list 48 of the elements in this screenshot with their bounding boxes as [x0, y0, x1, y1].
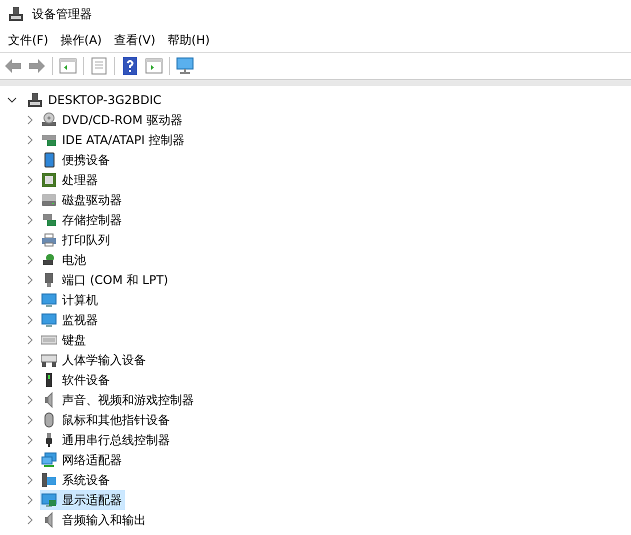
- menu-item[interactable]: 帮助(H): [161, 32, 216, 48]
- tree-item[interactable]: 鼠标和其他指针设备: [40, 410, 173, 430]
- tree-item[interactable]: 显示适配器: [40, 490, 125, 510]
- tree-item[interactable]: 网络适配器: [40, 450, 125, 470]
- network-device-icon: [41, 452, 57, 468]
- disk-device-icon: [41, 192, 57, 208]
- tree-item[interactable]: 处理器: [40, 170, 101, 190]
- tree-item[interactable]: 声音、视频和游戏控制器: [40, 390, 197, 410]
- tree-root-label[interactable]: DESKTOP-3G2BDIC: [48, 93, 162, 107]
- computer-tower-icon: [27, 92, 43, 108]
- menu-item[interactable]: 查看(V): [108, 32, 162, 48]
- tree-item[interactable]: 监视器: [40, 310, 101, 330]
- tree-item[interactable]: 计算机: [40, 290, 101, 310]
- forward-arrow-icon[interactable]: [27, 56, 47, 76]
- display-device-icon: [41, 492, 57, 508]
- monitor-scan-icon[interactable]: [175, 56, 195, 76]
- monitor-device-icon: [41, 312, 57, 328]
- document-icon[interactable]: [89, 56, 109, 76]
- tree-item[interactable]: 电池: [40, 250, 89, 270]
- help-icon[interactable]: [120, 56, 140, 76]
- tree-item[interactable]: 存储控制器: [40, 210, 125, 230]
- tree-item[interactable]: 软件设备: [40, 370, 113, 390]
- hid-device-icon: [41, 352, 57, 368]
- panel-icon[interactable]: [144, 56, 164, 76]
- cpu-device-icon: [41, 172, 57, 188]
- menu-item[interactable]: 操作(A): [54, 32, 108, 48]
- disc-device-icon: [41, 112, 57, 128]
- tree-item[interactable]: 打印队列: [40, 230, 113, 250]
- monitor-device-icon: [41, 292, 57, 308]
- device-manager-icon: [8, 6, 24, 22]
- tree-item[interactable]: 人体学输入设备: [40, 350, 149, 370]
- printer-device-icon: [41, 232, 57, 248]
- system-device-icon: [41, 472, 57, 488]
- battery-device-icon: [41, 252, 57, 268]
- tree-item[interactable]: IDE ATA/ATAPI 控制器: [40, 130, 188, 150]
- tree-item[interactable]: 键盘: [40, 330, 89, 350]
- tree-item[interactable]: 音频输入和输出: [40, 510, 149, 530]
- tree-item[interactable]: 系统设备: [40, 470, 113, 490]
- tree-item[interactable]: 通用串行总线控制器: [40, 430, 173, 450]
- controller-device-icon: [41, 132, 57, 148]
- tree-item[interactable]: 磁盘驱动器: [40, 190, 125, 210]
- window-title: 设备管理器: [32, 6, 92, 22]
- storage-device-icon: [41, 212, 57, 228]
- panel-icon[interactable]: [58, 56, 78, 76]
- tree-item[interactable]: 端口 (COM 和 LPT): [40, 270, 172, 290]
- tree-item[interactable]: 便携设备: [40, 150, 113, 170]
- tree-item[interactable]: DVD/CD-ROM 驱动器: [40, 110, 186, 130]
- menu-item[interactable]: 文件(F): [2, 32, 54, 48]
